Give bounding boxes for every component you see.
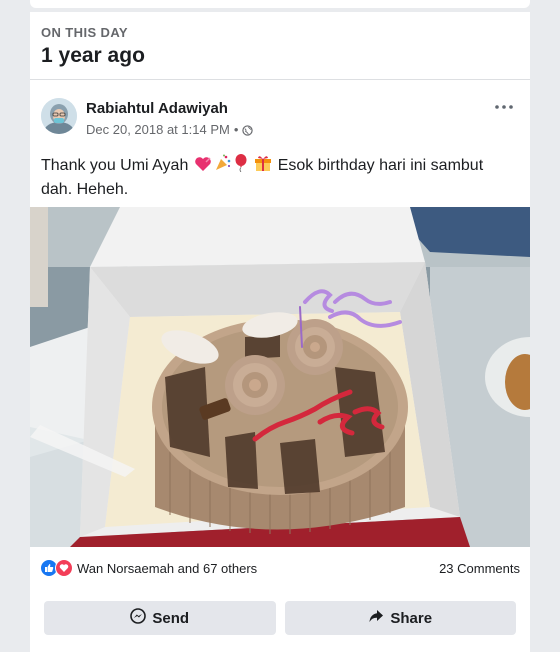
reactions-text[interactable]: Wan Norsaemah and 67 others	[77, 561, 439, 576]
memory-title: 1 year ago	[41, 44, 145, 67]
avatar[interactable]	[41, 98, 77, 134]
cake-photo[interactable]	[30, 207, 530, 547]
love-icon	[55, 559, 73, 577]
meta-separator: •	[233, 122, 239, 137]
more-options-button[interactable]	[490, 98, 518, 116]
reaction-icons[interactable]	[40, 559, 73, 577]
share-button[interactable]: Share	[284, 601, 516, 635]
messenger-icon	[130, 608, 147, 628]
send-label: Send	[152, 609, 190, 627]
share-arrow-icon	[368, 608, 384, 628]
post-meta: Dec 20, 2018 at 1:14 PM •	[86, 122, 254, 137]
memory-card: ON THIS DAY 1 year ago Rabiahtul Adawiya…	[30, 12, 530, 652]
post-text: Thank you Umi Ayah Esok birthday hari in…	[41, 154, 511, 201]
previous-card-edge	[30, 0, 530, 8]
globe-icon	[242, 124, 254, 136]
party-popper-icon	[214, 154, 232, 179]
share-label: Share	[390, 609, 433, 627]
send-button[interactable]: Send	[44, 601, 276, 635]
balloon-icon	[234, 154, 248, 179]
post-text-part1: Thank you Umi Ayah	[41, 157, 189, 174]
reactions-bar: Wan Norsaemah and 67 others 23 Comments	[40, 558, 520, 578]
divider	[30, 79, 530, 80]
comments-count[interactable]: 23 Comments	[439, 561, 520, 576]
memory-header: ON THIS DAY 1 year ago	[41, 25, 145, 68]
gift-icon	[254, 154, 272, 179]
author-name[interactable]: Rabiahtul Adawiyah	[86, 100, 228, 117]
heart-icon	[194, 156, 212, 179]
memory-kicker: ON THIS DAY	[41, 25, 128, 40]
more-dots-icon	[495, 105, 513, 109]
post-timestamp[interactable]: Dec 20, 2018 at 1:14 PM	[86, 122, 230, 137]
action-buttons: Send Share	[44, 601, 516, 635]
